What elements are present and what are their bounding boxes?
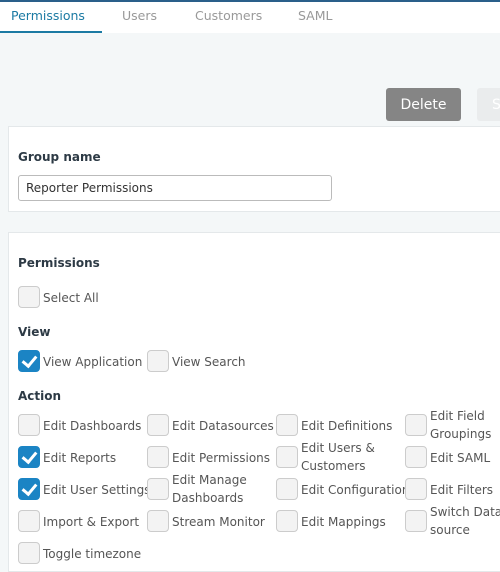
permission-checkbox[interactable]: [18, 350, 40, 372]
permission-label: Edit Mappings: [301, 515, 386, 529]
permission-checkbox[interactable]: [147, 446, 169, 468]
permissions-title: Permissions: [18, 256, 100, 270]
permission-label: Edit SAML: [430, 451, 491, 465]
permission-checkbox[interactable]: [147, 478, 169, 500]
permission-label: Toggle timezone: [43, 547, 142, 561]
permission-label: Import & Export: [43, 515, 140, 529]
permission-label: Edit Configuration: [301, 483, 410, 497]
save-button[interactable]: S: [477, 88, 500, 121]
permission-label: Stream Monitor: [172, 515, 265, 529]
group-name-label: Group name: [18, 150, 101, 164]
permission-label: Edit Datasources: [172, 419, 274, 433]
select-all-label: Select All: [43, 291, 99, 305]
permission-checkbox[interactable]: [147, 350, 169, 372]
action-title: Action: [18, 389, 62, 403]
select-all-checkbox[interactable]: [18, 286, 40, 308]
delete-button[interactable]: Delete: [386, 88, 461, 121]
permission-checkbox[interactable]: [276, 478, 298, 500]
view-title: View: [18, 325, 51, 339]
tab-saml[interactable]: SAML: [298, 8, 332, 23]
permission-checkbox[interactable]: [405, 478, 427, 500]
permission-checkbox[interactable]: [18, 446, 40, 468]
permission-checkbox[interactable]: [405, 446, 427, 468]
permission-checkbox[interactable]: [18, 542, 40, 564]
tab-users[interactable]: Users: [122, 8, 157, 23]
permission-label: Edit Dashboards: [43, 419, 142, 433]
permission-label: Edit Users & Customers: [301, 441, 375, 473]
permission-label: Edit Definitions: [301, 419, 393, 433]
permission-checkbox[interactable]: [18, 478, 40, 500]
tab-bar: Permissions Users Customers SAML: [0, 2, 500, 33]
permission-label: Edit Manage Dashboards: [172, 473, 247, 505]
active-tab-indicator: [0, 31, 102, 33]
permission-checkbox[interactable]: [276, 446, 298, 468]
permission-label: View Application: [43, 355, 143, 369]
permission-label: Switch Data source: [430, 505, 500, 537]
permission-checkbox[interactable]: [276, 414, 298, 436]
permission-checkbox[interactable]: [147, 414, 169, 436]
permission-checkbox[interactable]: [147, 510, 169, 532]
permission-checkbox[interactable]: [18, 414, 40, 436]
permission-checkbox[interactable]: [18, 510, 40, 532]
permission-checkbox[interactable]: [276, 510, 298, 532]
permission-checkbox[interactable]: [405, 414, 427, 436]
permission-label: Edit Filters: [430, 483, 494, 497]
permission-label: View Search: [172, 355, 246, 369]
permission-label: Edit Permissions: [172, 451, 271, 465]
group-name-input[interactable]: [18, 175, 332, 201]
permission-label: Edit Reports: [43, 451, 117, 465]
tab-permissions[interactable]: Permissions: [11, 8, 85, 23]
permission-label: Edit Field Groupings: [430, 409, 492, 441]
permission-label: Edit User Settings: [43, 483, 151, 497]
permission-checkbox[interactable]: [405, 510, 427, 532]
tab-customers[interactable]: Customers: [195, 8, 262, 23]
